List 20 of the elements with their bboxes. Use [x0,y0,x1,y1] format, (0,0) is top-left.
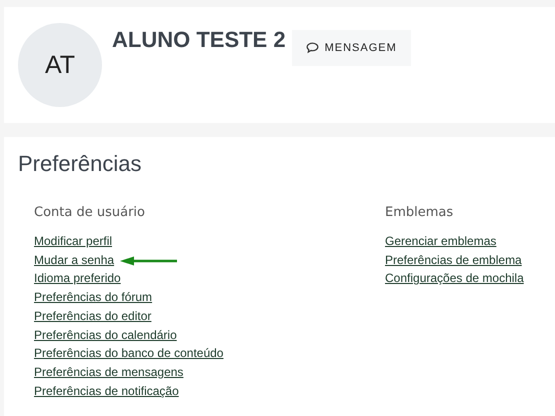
preference-link[interactable]: Preferências de mensagens [34,362,184,382]
section-heading: Conta de usuário [34,205,145,220]
preference-link[interactable]: Configurações de mochila [385,269,524,288]
preference-link[interactable]: Modificar perfil [34,232,112,251]
preference-link[interactable]: Gerenciar emblemas [385,232,496,251]
preference-link[interactable]: Preferências de notificação [34,382,179,400]
preference-link[interactable]: Preferências do editor [34,306,152,326]
message-button[interactable]: MENSAGEM [292,30,411,66]
preference-link[interactable]: Idioma preferido [34,269,121,288]
preference-link[interactable]: Mudar a senha [34,250,114,270]
preference-link[interactable]: Preferências do calendário [34,326,177,344]
preference-link[interactable]: Preferências de emblema [385,250,522,270]
preference-link[interactable]: Preferências do fórum [34,288,152,307]
avatar-initials: AT [44,50,76,80]
profile-name: ALUNO TESTE 2 [112,27,286,53]
arrow-drawing [120,256,178,266]
section-title: Preferências [18,151,143,177]
preference-link[interactable]: Preferências do banco de conteúdo [34,344,224,363]
section-heading: Emblemas [385,205,454,220]
speech-bubble-icon [306,42,319,54]
